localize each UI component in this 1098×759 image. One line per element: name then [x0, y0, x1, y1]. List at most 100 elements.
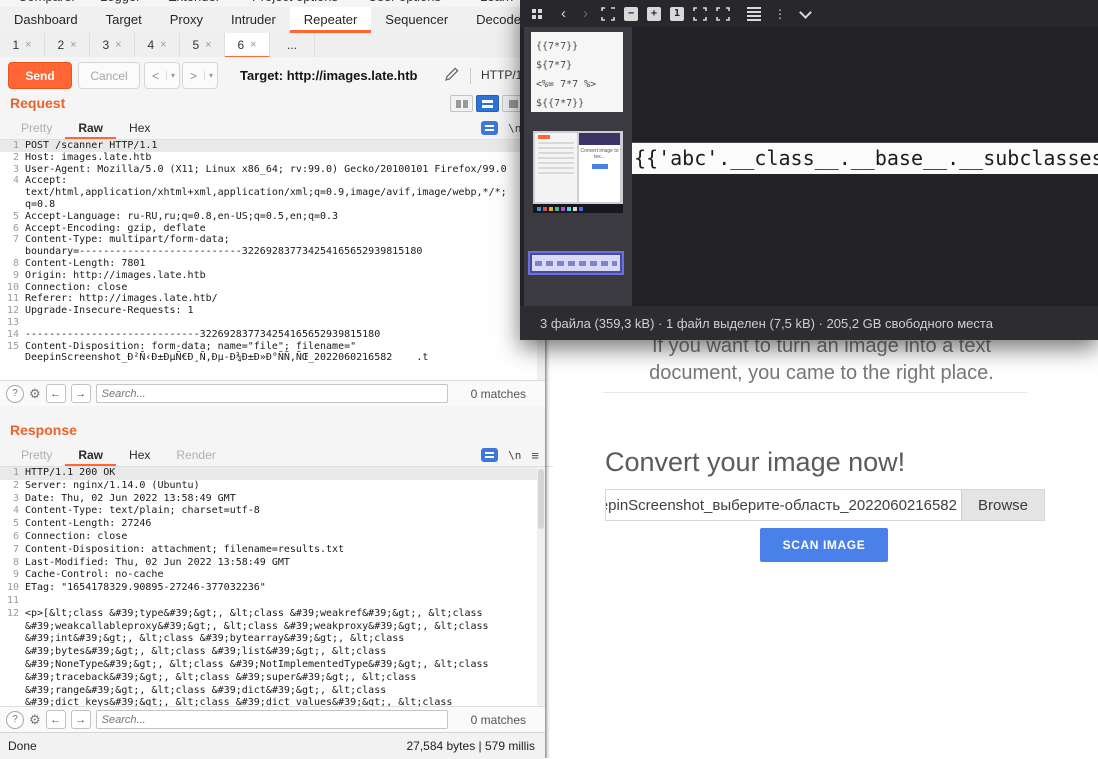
fullscreen-icon[interactable]	[716, 7, 730, 21]
viewer-canvas[interactable]: {{'abc'.__class__.__base__.__subclasses_…	[632, 27, 1098, 306]
fit-window-icon[interactable]	[601, 7, 615, 21]
page-tagline: If you want to turn an image into a text…	[545, 333, 1098, 387]
close-icon[interactable]: ×	[70, 39, 76, 51]
close-icon[interactable]: ×	[160, 39, 166, 51]
response-scrollbar[interactable]	[537, 467, 545, 706]
tab-intruder[interactable]: Intruder	[217, 7, 290, 33]
code-line: 9Origin: http://images.late.htb	[0, 270, 537, 282]
repeater-tab-4[interactable]: 4×	[135, 33, 180, 57]
repeater-tab-more[interactable]: ...	[270, 33, 315, 57]
repeater-tab-3[interactable]: 3×	[90, 33, 135, 57]
request-tab-hex[interactable]: Hex	[116, 118, 163, 139]
chevron-down-icon[interactable]	[799, 6, 812, 19]
response-tab-raw[interactable]: Raw	[65, 445, 116, 466]
help-icon[interactable]: ?	[6, 711, 24, 729]
browse-button[interactable]: Browse	[961, 490, 1044, 520]
menu-comparer[interactable]: Comparer	[18, 0, 76, 4]
next-image-icon[interactable]: ›	[579, 5, 592, 22]
fit-width-icon[interactable]	[693, 7, 707, 21]
text-file-thumbnail[interactable]: {{7*7}} ${7*7} <%= 7*7 %> ${{7*7}}	[531, 32, 623, 112]
syntax-highlight-icon[interactable]	[481, 121, 498, 135]
code-line: &#39;bytes&#39;&gt;, &lt;class &#39;list…	[0, 646, 537, 659]
caret-down-icon[interactable]: ▾	[204, 71, 217, 80]
response-tab-render[interactable]: Render	[163, 445, 228, 466]
zoom-out-icon[interactable]: −	[624, 7, 638, 21]
menu-user-options[interactable]: User options	[368, 0, 441, 4]
code-line: 2Server: nginx/1.14.0 (Ubuntu)	[0, 480, 537, 493]
menu-extender[interactable]: Extender	[168, 0, 220, 4]
menu-learn[interactable]: Learn	[480, 0, 513, 4]
response-tab-hex[interactable]: Hex	[116, 445, 163, 466]
thumb-burp-pane	[535, 133, 577, 202]
repeater-tab-6[interactable]: 6×	[225, 33, 270, 58]
code-line: 8Content-Length: 7801	[0, 258, 537, 270]
code-line: 1HTTP/1.1 200 OK	[0, 467, 537, 480]
code-line: &#39;range&#39;&gt;, &lt;class &#39;dict…	[0, 685, 537, 698]
history-back-button[interactable]: <▾	[144, 62, 180, 89]
repeater-tab-5[interactable]: 5×	[180, 33, 225, 57]
search-next-icon[interactable]: →	[71, 384, 91, 403]
history-forward-button[interactable]: >▾	[182, 62, 218, 89]
zoom-in-icon[interactable]: +	[647, 7, 661, 21]
tab-target[interactable]: Target	[92, 7, 156, 33]
more-options-icon[interactable]: ⋮	[774, 7, 786, 21]
file-upload-input[interactable]: DeepinScreenshot_выберите-область_202206…	[605, 489, 1045, 521]
show-newlines-toggle[interactable]: \n	[508, 449, 521, 462]
layout-rows-icon[interactable]	[476, 95, 499, 112]
folder-view-icon[interactable]	[532, 9, 542, 19]
tab-proxy[interactable]: Proxy	[156, 7, 217, 33]
request-search-input[interactable]	[96, 384, 448, 403]
code-line: DeepinScreenshot_Ð²Ñ‹Ð±ÐµÑ€Ð¸Ñ‚Ðµ-Ð¾Ð±Ð»…	[0, 352, 537, 364]
selected-image-thumbnail[interactable]	[528, 251, 624, 275]
scan-image-button[interactable]: SCAN IMAGE	[760, 528, 888, 562]
response-search-matches: 0 matches	[471, 713, 526, 727]
search-next-icon[interactable]: →	[71, 710, 91, 729]
help-icon[interactable]: ?	[6, 385, 24, 403]
tab-sequencer[interactable]: Sequencer	[371, 7, 462, 33]
actual-size-icon[interactable]: 1	[670, 7, 684, 21]
list-view-icon[interactable]	[747, 7, 761, 21]
code-line: 5Content-Length: 27246	[0, 518, 537, 531]
request-search-matches: 0 matches	[471, 387, 526, 401]
request-panel: Request Pretty Raw Hex \n ≡ 1POST /scann…	[0, 93, 545, 406]
prev-image-icon[interactable]: ‹	[557, 5, 570, 22]
menu-logger[interactable]: Logger	[100, 0, 140, 4]
send-button[interactable]: Send	[8, 62, 72, 89]
burp-top-menubar: Comparer Logger Extender Project options…	[0, 0, 545, 7]
layout-toggle-group	[450, 95, 525, 112]
caret-down-icon[interactable]: ▾	[166, 71, 179, 80]
close-icon[interactable]: ×	[205, 39, 211, 51]
response-tab-pretty[interactable]: Pretty	[8, 445, 65, 466]
cancel-button[interactable]: Cancel	[78, 62, 140, 89]
syntax-highlight-icon[interactable]	[481, 448, 498, 462]
response-raw-viewer[interactable]: 1HTTP/1.1 200 OK2Server: nginx/1.14.0 (U…	[0, 467, 537, 706]
tab-repeater[interactable]: Repeater	[290, 7, 371, 33]
repeater-tab-2[interactable]: 2×	[45, 33, 90, 57]
request-title: Request	[10, 95, 65, 111]
close-icon[interactable]: ×	[25, 39, 31, 51]
close-icon[interactable]: ×	[115, 39, 121, 51]
gear-icon[interactable]: ⚙	[29, 386, 41, 402]
response-title: Response	[10, 422, 77, 438]
search-prev-icon[interactable]: ←	[46, 384, 66, 403]
code-line: 14-----------------------------322692837…	[0, 329, 537, 341]
request-tab-pretty[interactable]: Pretty	[8, 118, 65, 139]
edit-target-pencil-icon[interactable]	[443, 65, 461, 83]
tab-dashboard[interactable]: Dashboard	[0, 7, 92, 33]
screenshot-thumbnail[interactable]: Convert image to tex...	[533, 131, 623, 213]
search-prev-icon[interactable]: ←	[46, 710, 66, 729]
menu-project-options[interactable]: Project options	[252, 0, 338, 4]
gear-icon[interactable]: ⚙	[29, 712, 41, 728]
code-line: 1POST /scanner HTTP/1.1	[0, 140, 537, 152]
burp-window: Comparer Logger Extender Project options…	[0, 0, 545, 758]
code-line: 5Accept-Language: ru-RU,ru;q=0.8,en-US;q…	[0, 211, 537, 223]
response-search-input[interactable]	[96, 710, 448, 729]
request-tab-raw[interactable]: Raw	[65, 118, 116, 139]
panel-menu-icon[interactable]: ≡	[531, 448, 539, 463]
layout-columns-icon[interactable]	[450, 95, 473, 112]
close-icon[interactable]: ×	[250, 39, 256, 51]
request-raw-editor[interactable]: 1POST /scanner HTTP/1.12Host: images.lat…	[0, 140, 537, 381]
repeater-tab-1[interactable]: 1×	[0, 33, 45, 57]
divider	[603, 392, 1027, 393]
http-version-toggle[interactable]: HTTP/1	[470, 68, 522, 84]
